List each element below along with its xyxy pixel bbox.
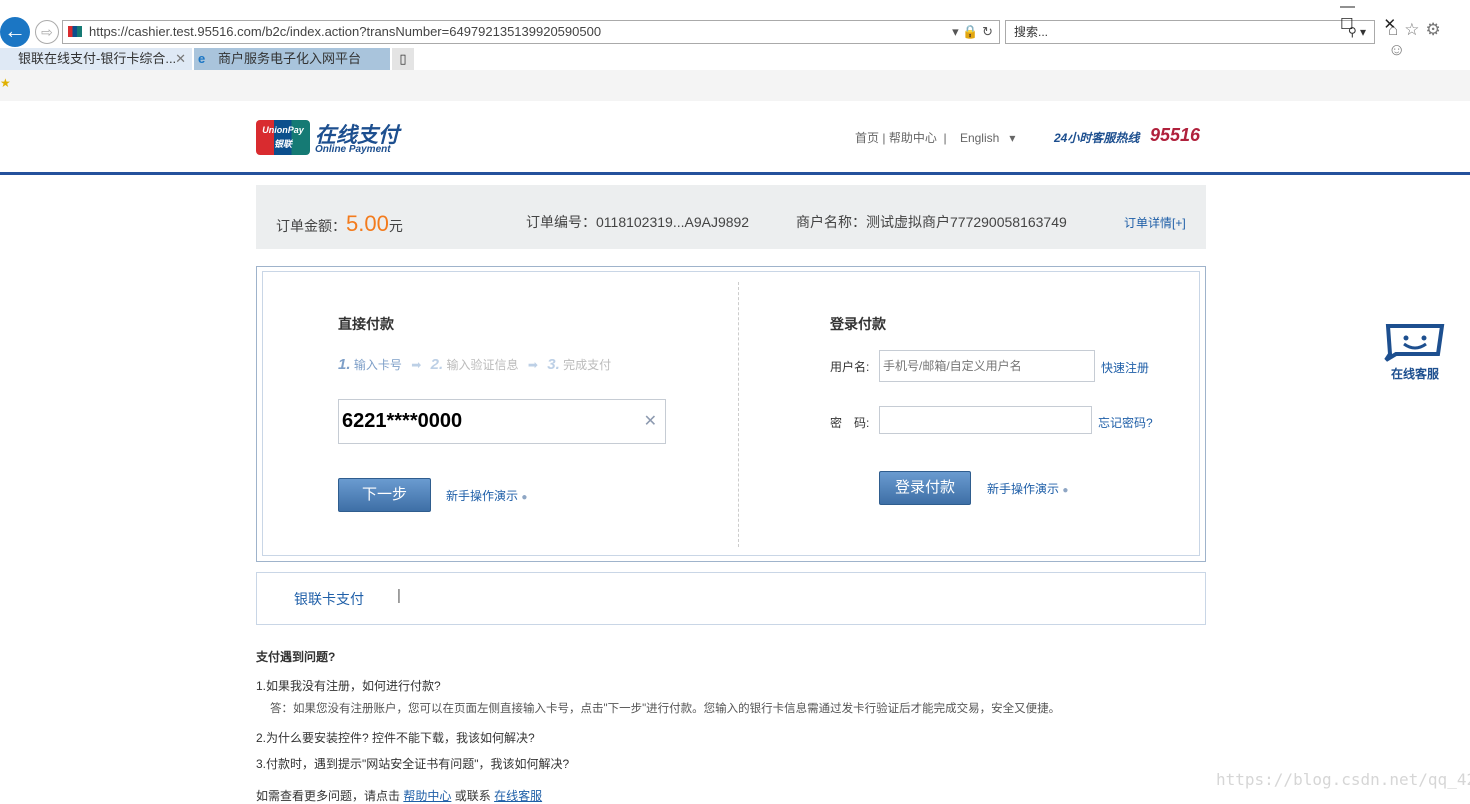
- direct-pay-title: 直接付款: [338, 316, 394, 332]
- site-icon: [68, 26, 82, 37]
- arrow-icon: ➡: [527, 358, 538, 372]
- favorites-bar: ★: [0, 70, 1470, 101]
- payment-tabs: 银联卡支付 |: [256, 572, 1206, 625]
- arrow-icon: ➡: [411, 358, 422, 372]
- search-box[interactable]: 搜索... ⚲ ▾: [1005, 20, 1375, 44]
- panel-divider: [738, 282, 739, 547]
- faq-question[interactable]: 3.付款时，遇到提示"网站安全证书有问题"，我该如何解决?: [256, 755, 569, 772]
- faq-answer: 答：如果您没有注册账户，您可以在页面左侧直接输入卡号，点击"下一步"进行付款。您…: [270, 703, 1061, 715]
- help-center-link[interactable]: 帮助中心: [403, 789, 451, 803]
- order-amount: 5.00: [346, 211, 389, 236]
- payment-panel: 直接付款 1. 输入卡号 ➡ 2. 输入验证信息 ➡ 3. 完成支付 6221*…: [256, 266, 1206, 562]
- tab-separator: |: [397, 587, 401, 604]
- ie-icon: e: [198, 51, 206, 66]
- play-icon: ●: [1062, 485, 1069, 496]
- back-button[interactable]: ←: [0, 17, 30, 47]
- logo-subtitle: Online Payment: [315, 144, 391, 155]
- browser-chrome: ← ⇨ https://cashier.test.95516.com/b2c/i…: [0, 0, 1470, 101]
- password-input[interactable]: [879, 406, 1092, 434]
- watermark: https://blog.csdn.net/qq_42571805: [1216, 770, 1470, 789]
- favorites-icon[interactable]: ★: [0, 76, 11, 90]
- unionpay-logo: UnionPay 银联: [256, 120, 310, 155]
- order-number: 0118102319...A9AJ9892: [596, 214, 750, 230]
- nav-home[interactable]: 首页: [855, 131, 879, 145]
- hotline-label: 24小时客服热线: [1054, 131, 1140, 145]
- clear-icon[interactable]: ✕: [644, 400, 657, 443]
- login-pay-button[interactable]: 登录付款: [879, 471, 971, 505]
- close-tab-icon[interactable]: ✕: [175, 48, 186, 70]
- chat-face-icon: [1384, 324, 1445, 362]
- step-indicator: 1. 输入卡号 ➡ 2. 输入验证信息 ➡ 3. 完成支付: [338, 356, 612, 373]
- online-service-widget[interactable]: 在线客服: [1382, 322, 1448, 382]
- order-details-link[interactable]: 订单详情[+]: [1124, 214, 1186, 231]
- hotline-number: 95516: [1150, 125, 1201, 145]
- login-pay-title: 登录付款: [830, 316, 886, 332]
- tab-unionpay-card[interactable]: 银联卡支付: [294, 589, 364, 609]
- online-service-link[interactable]: 在线客服: [494, 789, 542, 803]
- help-title: 支付遇到问题?: [256, 650, 336, 664]
- faq-question[interactable]: 1.如果我没有注册，如何进行付款?: [256, 677, 441, 694]
- register-link[interactable]: 快速注册: [1101, 359, 1149, 376]
- direct-demo-link[interactable]: 新手操作演示 ●: [446, 487, 527, 504]
- play-icon: ●: [521, 492, 528, 503]
- password-label: 密 码:: [830, 416, 870, 430]
- next-step-button[interactable]: 下一步: [338, 478, 431, 512]
- lock-refresh-icons: ▾ 🔒 ↻: [952, 24, 993, 39]
- faq-question[interactable]: 2.为什么要安装控件? 控件不能下载，我该如何解决?: [256, 729, 535, 746]
- window-controls[interactable]: —☐✕: [1340, 0, 1470, 33]
- username-label: 用户名:: [830, 360, 870, 374]
- address-bar[interactable]: https://cashier.test.95516.com/b2c/index…: [62, 20, 1000, 44]
- header-divider: [0, 172, 1470, 175]
- tab-active[interactable]: 银联在线支付-银行卡综合... ✕: [0, 48, 192, 70]
- forgot-password-link[interactable]: 忘记密码?: [1098, 414, 1153, 431]
- order-summary: 订单金额：5.00元 订单编号：0118102319...A9AJ9892 商户…: [256, 185, 1206, 249]
- card-number-input[interactable]: 6221****0000 ✕: [338, 399, 666, 444]
- merchant-name: 测试虚拟商户777290058163749: [866, 214, 1067, 230]
- username-input[interactable]: [879, 350, 1095, 382]
- login-demo-link[interactable]: 新手操作演示 ●: [987, 480, 1068, 497]
- forward-button[interactable]: ⇨: [35, 20, 59, 44]
- nav-help[interactable]: 帮助中心: [889, 131, 937, 145]
- new-tab-button[interactable]: ▯: [392, 48, 414, 70]
- help-footer: 如需查看更多问题，请点击 帮助中心 或联系 在线客服: [256, 789, 543, 803]
- language-select[interactable]: English ▾: [960, 131, 1015, 145]
- header-nav: 首页 | 帮助中心 | English ▾: [855, 131, 1016, 145]
- tab-inactive[interactable]: e 商户服务电子化入网平台: [194, 48, 390, 70]
